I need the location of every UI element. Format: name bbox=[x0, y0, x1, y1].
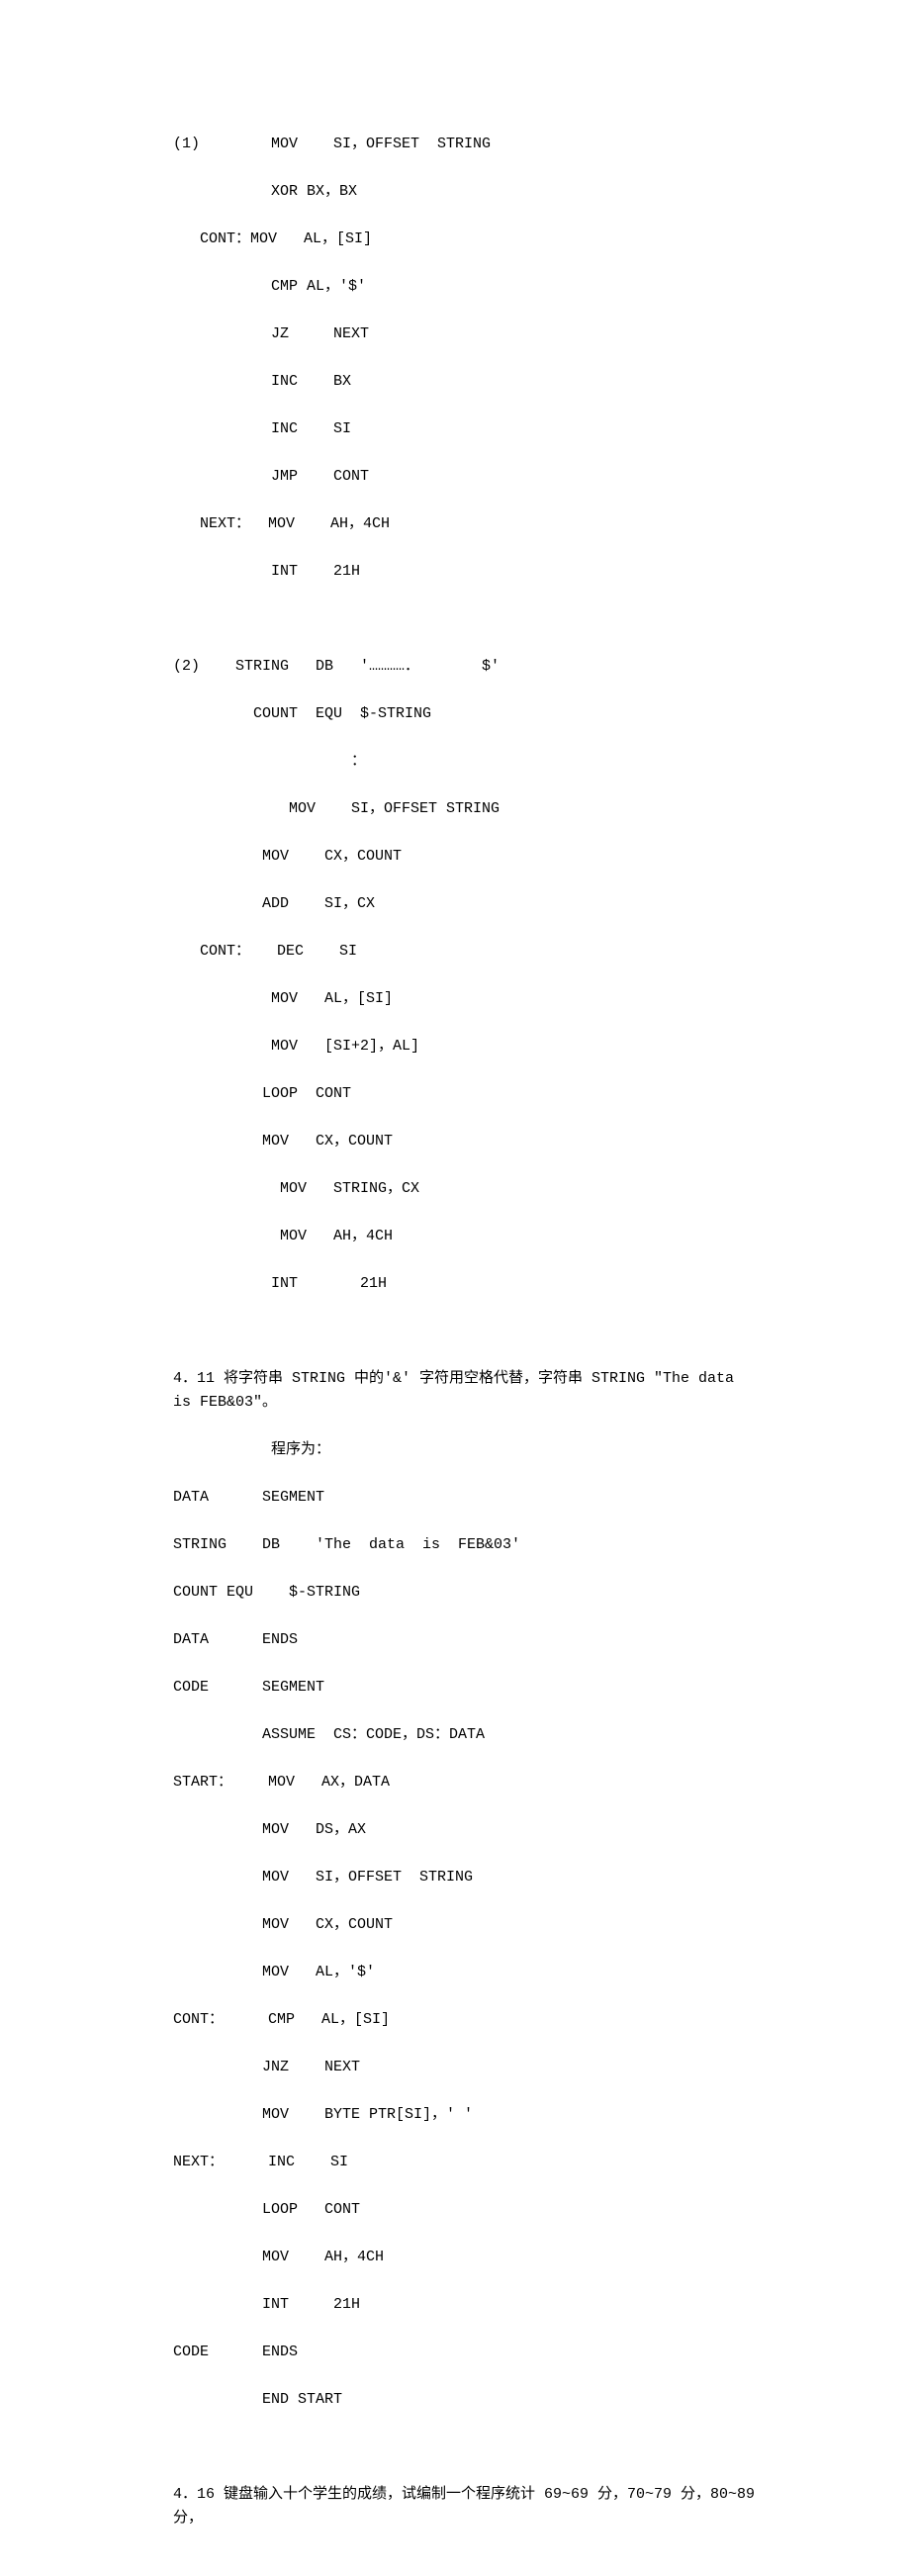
code-line: MOV AL，'$' bbox=[173, 1961, 757, 1984]
blank-line bbox=[173, 1320, 757, 1343]
code-line: LOOP CONT bbox=[173, 1082, 757, 1106]
code-line: START： MOV AX，DATA bbox=[173, 1771, 757, 1794]
code-line: CONT： DEC SI bbox=[173, 940, 757, 964]
code-line: JMP CONT bbox=[173, 465, 757, 489]
code-line: MOV AH，4CH bbox=[173, 2246, 757, 2269]
code-line: COUNT EQU $-STRING bbox=[173, 702, 757, 726]
code-line: STRING DB 'The data is FEB&03' bbox=[173, 1533, 757, 1557]
code-line: INC SI bbox=[173, 417, 757, 441]
blank-line bbox=[173, 2436, 757, 2459]
code-line: MOV CX，COUNT bbox=[173, 845, 757, 869]
question-416-text-span: 4．16 键盘输入十个学生的成绩，试编制一个程序统计 69~69 分，70~79… bbox=[173, 2486, 755, 2527]
code-line: END START bbox=[173, 2388, 757, 2412]
question-416-text: 4．16 键盘输入十个学生的成绩，试编制一个程序统计 69~69 分，70~79… bbox=[173, 2483, 757, 2530]
code-line: INT 21H bbox=[173, 1272, 757, 1296]
code-line: (1) MOV SI，OFFSET STRING bbox=[173, 133, 757, 156]
code-note: 程序为： bbox=[173, 1438, 757, 1462]
code-line: JNZ NEXT bbox=[173, 2056, 757, 2079]
code-line: MOV CX，COUNT bbox=[173, 1130, 757, 1153]
code-line: ASSUME CS：CODE，DS：DATA bbox=[173, 1723, 757, 1747]
code-line: CMP AL，'$' bbox=[173, 275, 757, 299]
question-411-title-text: 4．11 将字符串 STRING 中的'&' 字符用空格代替，字符串 STRIN… bbox=[173, 1370, 734, 1411]
code-line: DATA ENDS bbox=[173, 1628, 757, 1652]
code-line: MOV DS，AX bbox=[173, 1818, 757, 1842]
code-line: MOV CX，COUNT bbox=[173, 1913, 757, 1937]
code-line: CONT： CMP AL，[SI] bbox=[173, 2008, 757, 2032]
code-line: MOV AL，[SI] bbox=[173, 987, 757, 1011]
code-line: CODE ENDS bbox=[173, 2341, 757, 2364]
page-container: (1) MOV SI，OFFSET STRING XOR BX，BX CONT：… bbox=[0, 0, 910, 1288]
code-line: ADD SI，CX bbox=[173, 892, 757, 916]
code-line: MOV SI，OFFSET STRING bbox=[173, 797, 757, 821]
question-411-title: 4．11 将字符串 STRING 中的'&' 字符用空格代替，字符串 STRIN… bbox=[173, 1367, 757, 1415]
blank-line bbox=[173, 607, 757, 631]
code-line: INT 21H bbox=[173, 560, 757, 584]
code-line: MOV STRING，CX bbox=[173, 1177, 757, 1201]
code-line: ： bbox=[173, 750, 757, 774]
code-line: DATA SEGMENT bbox=[173, 1486, 757, 1510]
code-line: MOV BYTE PTR[SI]，' ' bbox=[173, 2103, 757, 2127]
code-line: INT 21H bbox=[173, 2293, 757, 2317]
code-line: INC BX bbox=[173, 370, 757, 394]
code-line: NEXT： MOV AH，4CH bbox=[173, 512, 757, 536]
code-line: COUNT EQU $-STRING bbox=[173, 1581, 757, 1605]
code-line: CODE SEGMENT bbox=[173, 1676, 757, 1700]
code-line: (2) STRING DB '…………． $' bbox=[173, 655, 757, 679]
code-note-text: 程序为： bbox=[271, 1441, 330, 1458]
code-line: NEXT： INC SI bbox=[173, 2151, 757, 2174]
code-line: LOOP CONT bbox=[173, 2198, 757, 2222]
code-line: MOV AH，4CH bbox=[173, 1225, 757, 1248]
code-line: MOV [SI+2]，AL] bbox=[173, 1035, 757, 1058]
code-line: MOV SI，OFFSET STRING bbox=[173, 1866, 757, 1889]
document-content: (1) MOV SI，OFFSET STRING XOR BX，BX CONT：… bbox=[173, 109, 757, 2576]
code-line: CONT：MOV AL，[SI] bbox=[173, 228, 757, 251]
code-line: XOR BX，BX bbox=[173, 180, 757, 204]
code-line: JZ NEXT bbox=[173, 322, 757, 346]
